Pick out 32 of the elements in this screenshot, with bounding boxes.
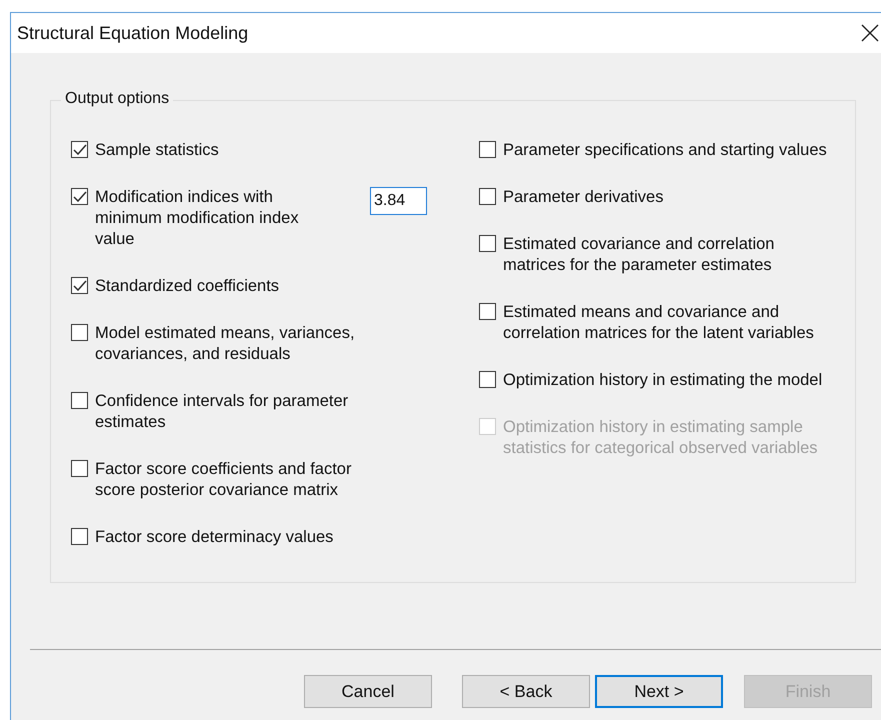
checkbox[interactable] — [479, 371, 496, 388]
checkbox[interactable] — [71, 141, 88, 158]
checkbox-label: Model estimated means, variances, covariances, and residuals — [95, 323, 356, 365]
checkbox-label: Parameter derivatives — [503, 187, 664, 208]
checkbox-label: Estimated covariance and correlation matrices for the parameter estimates — [503, 234, 776, 276]
window-title: Structural Equation Modeling — [17, 22, 248, 44]
checkbox[interactable] — [71, 188, 88, 205]
input-field[interactable]: 3.84 — [370, 187, 427, 215]
checkbox[interactable] — [71, 460, 88, 477]
dialog-button[interactable]: Cancel — [304, 675, 432, 708]
checkbox-label: Modification indices with minimum modification index value — [95, 187, 300, 250]
checkbox-label: Factor score coefficients and factor score posterior covariance matrix — [95, 459, 352, 501]
checkbox[interactable] — [479, 303, 496, 320]
checkbox[interactable] — [479, 188, 496, 205]
group-title: Output options — [61, 90, 174, 108]
dialog-button[interactable]: < Back — [462, 675, 590, 708]
checkbox[interactable] — [479, 141, 496, 158]
checkbox-label: Sample statistics — [95, 140, 220, 161]
dialog-button[interactable]: Next > — [595, 675, 723, 708]
checkbox-label: Optimization history in estimating the model — [503, 370, 824, 391]
checkbox-label: Factor score determinacy values — [95, 527, 334, 548]
checkbox[interactable] — [479, 235, 496, 252]
checkbox[interactable] — [71, 277, 88, 294]
checkbox[interactable] — [71, 324, 88, 341]
close-icon[interactable] — [860, 23, 880, 43]
checkbox-label: Estimated means and covariance and correlation matrices for the latent variables — [503, 302, 815, 344]
checkbox[interactable] — [71, 528, 88, 545]
checkbox-label: Confidence intervals for parameter estimates — [95, 391, 350, 433]
checkbox[interactable] — [71, 392, 88, 409]
checkbox-label: Optimization history in estimating sample statistics for categorical observed variables — [503, 417, 819, 459]
checkbox-label: Parameter specifications and starting values — [503, 140, 828, 161]
checkbox-label: Standardized coefficients — [95, 276, 280, 297]
